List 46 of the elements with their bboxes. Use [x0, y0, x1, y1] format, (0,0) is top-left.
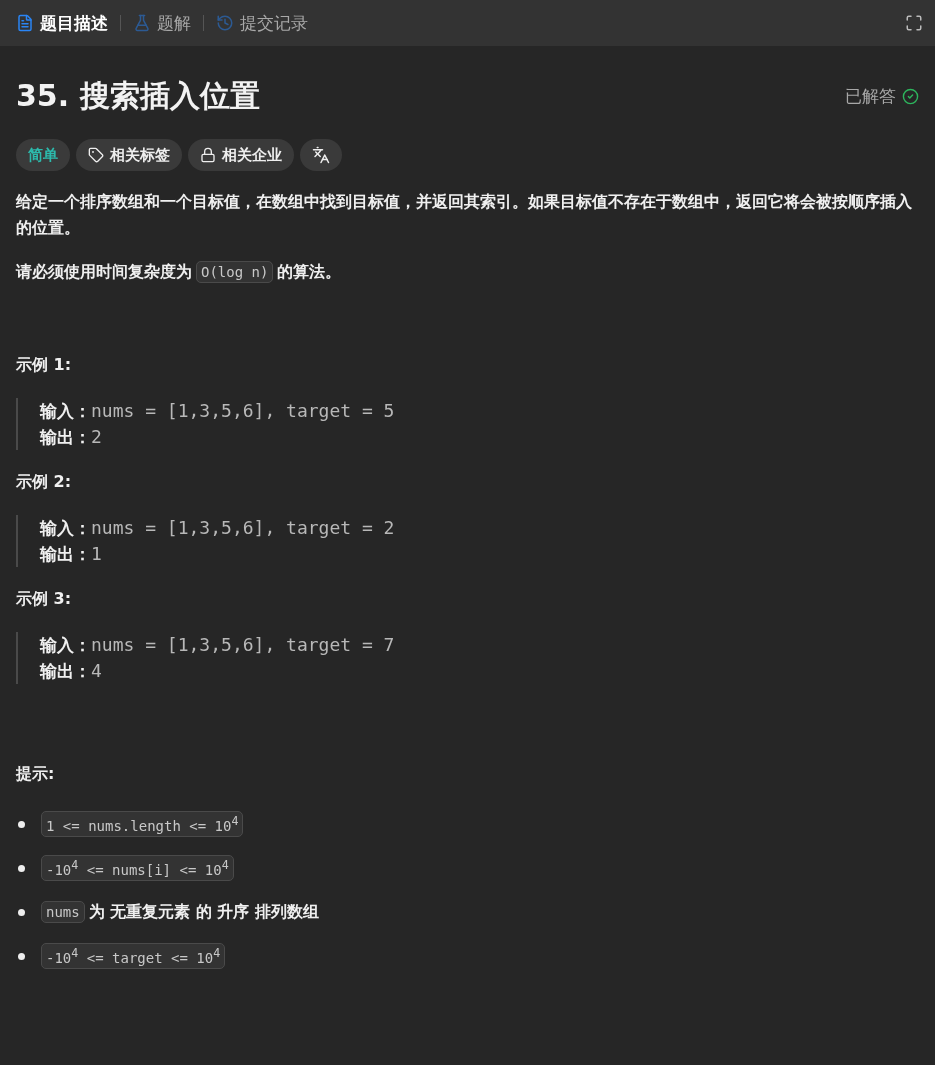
text: 的算法。	[277, 262, 342, 281]
text: 请必须使用时间复杂度为	[16, 262, 192, 281]
output-label: 输出：	[40, 660, 91, 683]
document-icon	[16, 14, 34, 32]
output-value: 2	[91, 425, 102, 449]
translate-icon	[312, 146, 330, 164]
output-label: 输出：	[40, 426, 91, 449]
lock-icon	[200, 147, 216, 163]
tag-button[interactable]: 相关企业	[188, 139, 294, 171]
tag-button[interactable]: 相关标签	[76, 139, 182, 171]
tab[interactable]: 提交记录	[212, 7, 312, 39]
output-value: 1	[91, 542, 102, 566]
bullet-icon	[18, 864, 25, 872]
problem-title: 35. 搜索插入位置	[16, 77, 260, 115]
input-label: 输入：	[40, 517, 91, 540]
difficulty-badge: 简单	[16, 139, 70, 171]
example-title: 示例 3:	[16, 589, 73, 610]
inline-code: -10$^{4}$ <= target <= 10$^{4}$	[41, 943, 226, 969]
flask-icon	[133, 14, 151, 32]
bullet-icon	[18, 908, 25, 916]
bullet-icon	[18, 952, 25, 960]
input-label: 输入：	[40, 634, 91, 657]
example-title: 示例 2:	[16, 472, 73, 493]
text: 为 无重复元素 的 升序 排列数组	[88, 901, 319, 923]
history-icon	[216, 14, 234, 32]
inline-code: O(log n)	[196, 261, 274, 283]
input-label: 输入：	[40, 400, 91, 423]
tab[interactable]: 题目描述	[12, 7, 112, 39]
output-label: 输出：	[40, 543, 91, 566]
input-value: nums = [1,3,5,6], target = 7	[91, 633, 395, 657]
bullet-icon	[18, 820, 25, 828]
inline-code: -10$^{4}$ <= nums[i] <= 10$^{4}$	[41, 855, 234, 881]
check-icon	[902, 88, 919, 105]
solved-status: 已解答	[845, 85, 919, 108]
hints-title: 提示:	[16, 764, 56, 785]
output-value: 4	[91, 659, 102, 683]
description-text: 给定一个排序数组和一个目标值，在数组中找到目标值，并返回其索引。如果目标值不存在于数组中，返回它将会被按顺序插入的位置。	[16, 191, 913, 239]
tag-icon	[88, 147, 104, 163]
inline-code: nums	[41, 901, 85, 923]
tag-button[interactable]	[300, 139, 342, 171]
inline-code: 1 <= nums.length <= 10$^{4}$	[41, 811, 244, 837]
tab[interactable]: 题解	[129, 7, 195, 39]
fullscreen-icon[interactable]	[905, 14, 923, 32]
example-title: 示例 1:	[16, 355, 73, 376]
input-value: nums = [1,3,5,6], target = 5	[91, 399, 395, 423]
input-value: nums = [1,3,5,6], target = 2	[91, 516, 395, 540]
